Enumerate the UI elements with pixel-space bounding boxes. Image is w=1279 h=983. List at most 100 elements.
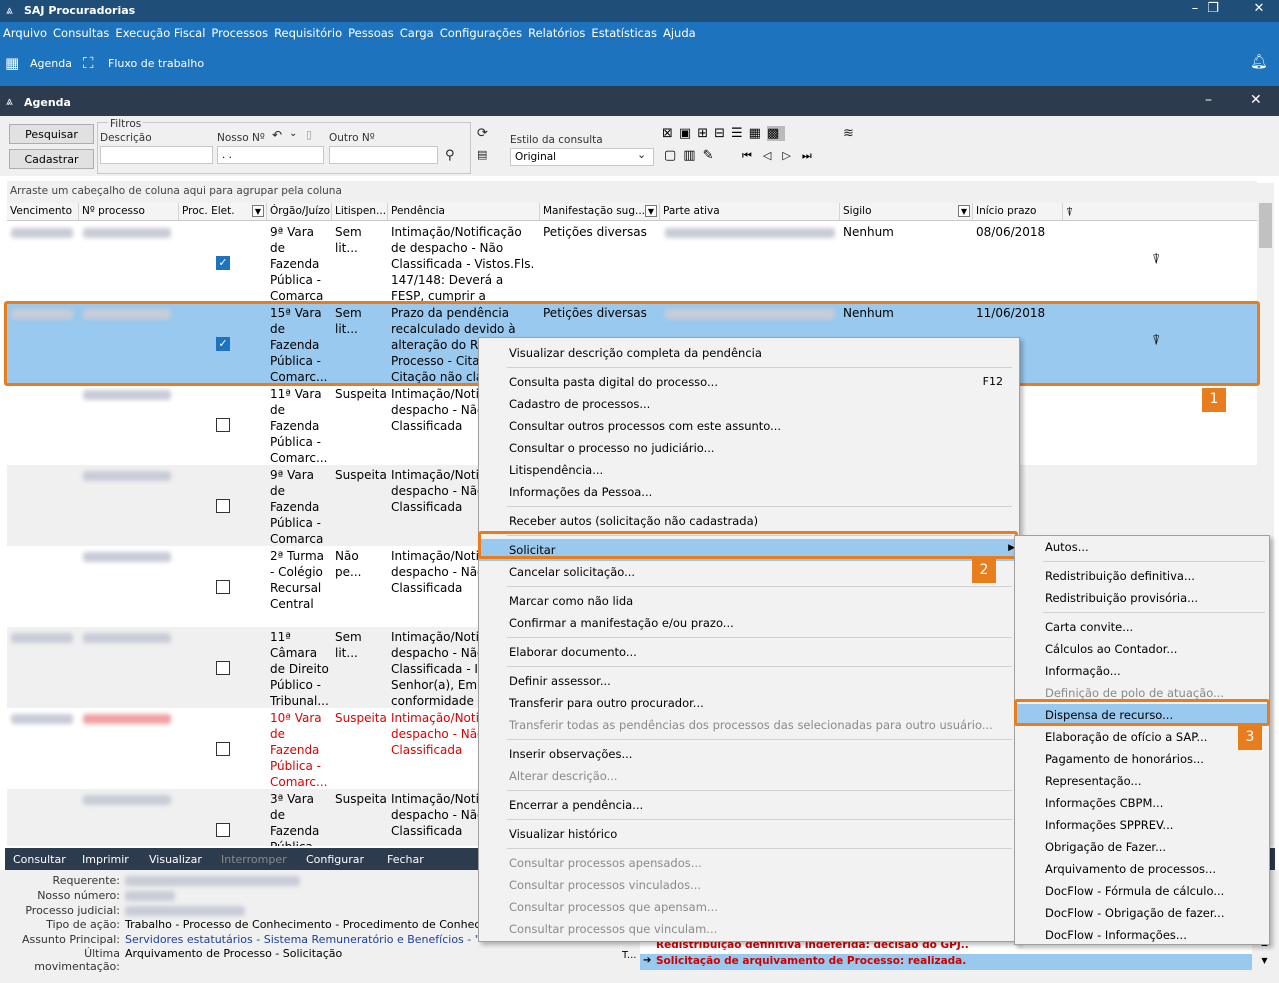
processo-value[interactable] <box>83 471 171 481</box>
descricao-input[interactable] <box>100 146 213 164</box>
column-header-7[interactable]: Parte ativa <box>660 203 840 221</box>
context-item-5[interactable]: Consultar o processo no judiciário... <box>479 437 1019 459</box>
assunto-value[interactable]: Servidores estatutários - Sistema Remune… <box>125 933 480 946</box>
filter-dropdown-icon[interactable]: ▼ <box>645 205 657 217</box>
excel-icon[interactable]: ⊠ <box>662 126 679 141</box>
outro-numero-input[interactable] <box>329 146 438 164</box>
menu-relat-rios[interactable]: Relatórios <box>525 22 588 40</box>
context-item-20[interactable]: Transferir para outro procurador... <box>479 692 1019 714</box>
close-icon[interactable]: ✕ <box>1244 1 1274 16</box>
proc-eletronico-checkbox[interactable]: ✓ <box>216 256 230 270</box>
workflow-icon[interactable]: ⛶ <box>83 54 94 72</box>
proc-eletronico-checkbox[interactable] <box>216 742 230 756</box>
calendar-icon[interactable]: ▦ <box>5 54 19 72</box>
submenu-item-10[interactable]: Elaboração de ofício a SAP... <box>1015 726 1269 748</box>
chevron-down-icon[interactable]: ⌄ <box>637 148 646 161</box>
bottom-fechar-button[interactable]: Fechar <box>387 853 424 866</box>
minimize-icon[interactable]: – <box>1205 92 1212 108</box>
menu-ajuda[interactable]: Ajuda <box>660 22 699 40</box>
filter-dropdown-icon[interactable]: ▼ <box>958 205 970 217</box>
clipboard-icon[interactable]: ▯ <box>306 128 312 141</box>
edit-icon[interactable]: ✎ <box>703 148 721 163</box>
submenu-item-6[interactable]: Cálculos ao Contador... <box>1015 638 1269 660</box>
estilo-select[interactable]: Original <box>510 148 654 166</box>
context-item-6[interactable]: Litispendência... <box>479 459 1019 481</box>
menu-estat-sticas[interactable]: Estatísticas <box>588 22 660 40</box>
movimentacao-item-selected[interactable]: ➔ Solicitação de arquivamento de Process… <box>640 954 1252 970</box>
column-header-extra[interactable]: ⍒ <box>1063 203 1257 221</box>
grid-icon[interactable]: ▦ <box>749 126 767 141</box>
context-item-26[interactable]: Encerrar a pendência... <box>479 794 1019 816</box>
processo-value[interactable] <box>83 795 171 805</box>
submenu-item-3[interactable]: Redistribuição provisória... <box>1015 587 1269 609</box>
column-header-2[interactable]: Proc. Elet. ▼ <box>179 203 267 221</box>
context-item-15[interactable]: Confirmar a manifestação e/ou prazo... <box>479 612 1019 634</box>
undo-icon[interactable]: ↶ <box>272 128 282 142</box>
submenu-item-0[interactable]: Autos... <box>1015 536 1269 558</box>
submenu-item-7[interactable]: Informação... <box>1015 660 1269 682</box>
submenu-item-17[interactable]: DocFlow - Fórmula de cálculo... <box>1015 880 1269 902</box>
nosso-numero-input[interactable]: . . <box>217 146 324 164</box>
context-item-4[interactable]: Consultar outros processos com este assu… <box>479 415 1019 437</box>
processo-value[interactable] <box>83 552 171 562</box>
submenu-item-12[interactable]: Representação... <box>1015 770 1269 792</box>
chevron-down-icon[interactable]: ⌄ <box>289 128 297 139</box>
context-item-0[interactable]: Visualizar descrição completa da pendênc… <box>479 342 1019 364</box>
column-header-3[interactable]: Órgão/Juízo <box>267 203 332 221</box>
context-item-7[interactable]: Informações da Pessoa... <box>479 481 1019 503</box>
column-header-1[interactable]: Nº processo <box>79 203 179 221</box>
menu-configura-es[interactable]: Configurações <box>437 22 525 40</box>
last-icon[interactable]: ⏭ <box>802 149 823 162</box>
table-row[interactable]: ✓ 9ª Vara de Fazenda Pública - Comarca da… <box>7 222 1257 303</box>
context-item-9[interactable]: Receber autos (solicitação não cadastrad… <box>479 510 1019 532</box>
menu-carga[interactable]: Carga <box>397 22 437 40</box>
menu-pessoas[interactable]: Pessoas <box>345 22 397 40</box>
close-icon[interactable]: ✕ <box>1250 92 1262 108</box>
submenu-item-2[interactable]: Redistribuição definitiva... <box>1015 565 1269 587</box>
pesquisar-button[interactable]: Pesquisar <box>9 124 94 144</box>
context-item-19[interactable]: Definir assessor... <box>479 670 1019 692</box>
context-item-3[interactable]: Cadastro de processos... <box>479 393 1019 415</box>
first-icon[interactable]: ⏮ <box>742 149 763 162</box>
fluxo-button[interactable]: Fluxo de trabalho <box>108 57 204 70</box>
bookmark-icon[interactable]: ⍒ <box>1066 205 1073 219</box>
submenu-item-19[interactable]: DocFlow - Informações... <box>1015 924 1269 946</box>
hierarchy-icon[interactable]: ⊟ <box>714 126 731 141</box>
bottom-configurar-button[interactable]: Configurar <box>306 853 364 866</box>
processo-value[interactable] <box>83 390 171 400</box>
submenu-item-14[interactable]: Informações SPPREV... <box>1015 814 1269 836</box>
processo-value[interactable] <box>83 228 171 238</box>
delete-icon[interactable]: ▥ <box>683 148 702 163</box>
tree-icon[interactable]: ⊞ <box>697 126 714 141</box>
bell-icon[interactable]: 🔔︎ <box>1250 54 1268 70</box>
proc-eletronico-checkbox[interactable] <box>216 661 230 675</box>
column-header-4[interactable]: Litispen... <box>332 203 388 221</box>
list-icon[interactable]: ☰ <box>731 126 749 141</box>
prev-icon[interactable]: ◁ <box>763 149 782 162</box>
proc-eletronico-checkbox[interactable] <box>216 499 230 513</box>
menu-execu-o-fiscal[interactable]: Execução Fiscal <box>112 22 208 40</box>
proc-eletronico-checkbox[interactable] <box>216 418 230 432</box>
proc-eletronico-checkbox[interactable] <box>216 580 230 594</box>
context-item-2[interactable]: Consulta pasta digital do processo... F12 <box>479 371 1019 393</box>
submenu-item-5[interactable]: Carta convite... <box>1015 616 1269 638</box>
agenda-button[interactable]: Agenda <box>30 57 72 70</box>
bottom-interromper-button[interactable]: Interromper <box>221 853 287 866</box>
context-item-23[interactable]: Inserir observações... <box>479 743 1019 765</box>
bottom-visualizar-button[interactable]: Visualizar <box>149 853 202 866</box>
menu-arquivo[interactable]: Arquivo <box>0 22 50 40</box>
processo-value[interactable] <box>83 633 171 643</box>
submenu-item-13[interactable]: Informações CBPM... <box>1015 792 1269 814</box>
restore-icon[interactable]: ❐ <box>1198 1 1228 16</box>
bottom-imprimir-button[interactable]: Imprimir <box>82 853 129 866</box>
proc-eletronico-checkbox[interactable] <box>216 823 230 837</box>
column-header-9[interactable]: Início prazo <box>973 203 1063 221</box>
group-by-bar[interactable]: Arraste um cabeçalho de coluna aqui para… <box>7 181 1257 203</box>
search-icon[interactable]: ⚲ <box>445 148 455 163</box>
submenu-item-18[interactable]: DocFlow - Obrigação de fazer... <box>1015 902 1269 924</box>
column-header-5[interactable]: Pendência <box>388 203 540 221</box>
context-item-12[interactable]: Cancelar solicitação... <box>479 561 1019 583</box>
card-icon[interactable]: ▣ <box>679 126 697 141</box>
layers-icon[interactable]: ≋ <box>843 126 854 141</box>
scrollbar-thumb[interactable] <box>1259 203 1272 248</box>
